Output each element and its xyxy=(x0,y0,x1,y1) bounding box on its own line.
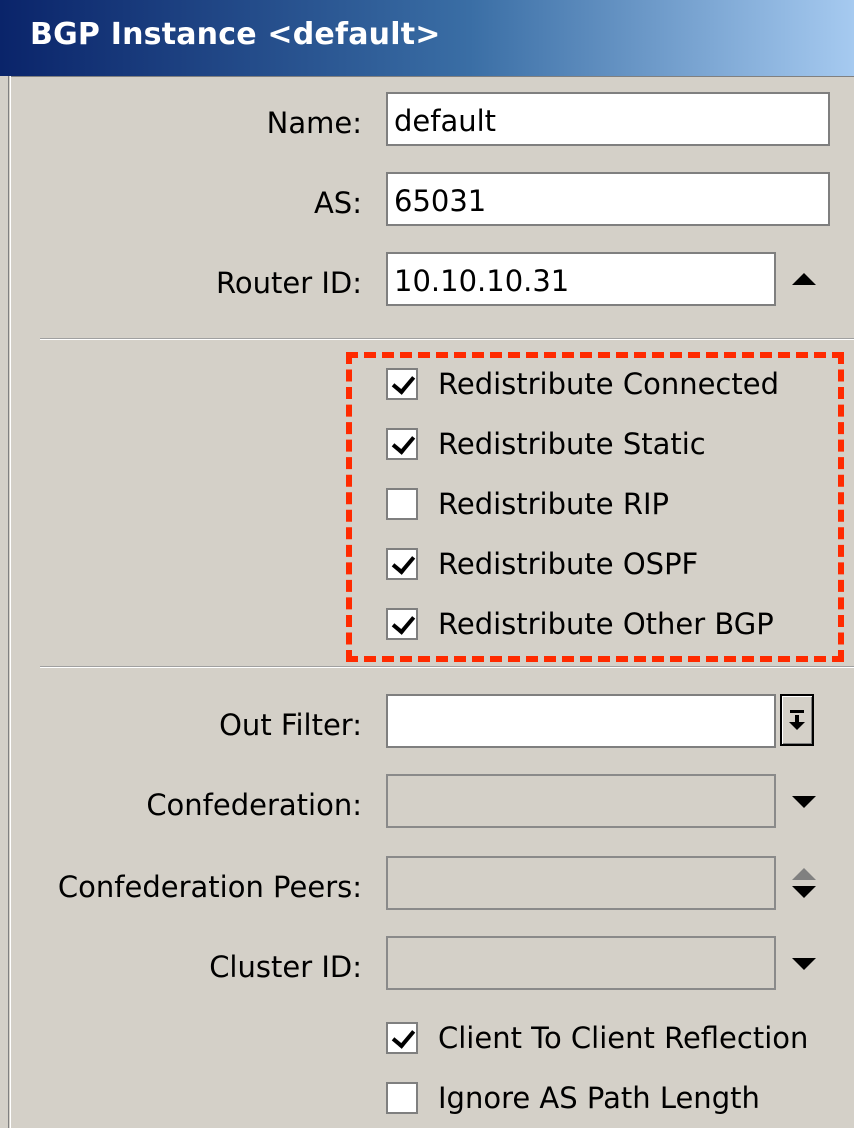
window-title: BGP Instance <default> xyxy=(30,17,441,52)
out-filter-input[interactable] xyxy=(386,694,776,748)
separator xyxy=(40,338,854,340)
out-filter-dropdown-button[interactable] xyxy=(780,694,814,746)
dropdown-arrow-icon xyxy=(789,722,805,730)
cluster-id-label: Cluster ID: xyxy=(209,950,362,984)
collapse-arrow-up-icon[interactable] xyxy=(792,273,816,285)
router-id-label: Router ID: xyxy=(216,266,362,300)
window-titlebar[interactable]: BGP Instance <default> xyxy=(0,0,854,77)
checkbox-box[interactable] xyxy=(386,1022,418,1054)
confederation-peers-input[interactable] xyxy=(386,856,776,910)
window-left-border xyxy=(0,76,11,1128)
name-label: Name: xyxy=(266,106,362,140)
confederation-input[interactable] xyxy=(386,774,776,828)
as-input[interactable]: 65031 xyxy=(386,172,830,226)
checkbox-box[interactable] xyxy=(386,1082,418,1114)
as-label: AS: xyxy=(313,186,362,220)
ignore-as-path-length-checkbox[interactable]: Ignore AS Path Length xyxy=(386,1078,760,1118)
name-input[interactable]: default xyxy=(386,92,830,146)
separator xyxy=(40,666,854,668)
checkbox-label: Client To Client Reflection xyxy=(438,1021,809,1055)
dropdown-arrow-icon[interactable] xyxy=(792,796,816,808)
cluster-id-input[interactable] xyxy=(386,936,776,990)
filter-bar xyxy=(790,710,804,713)
dropdown-arrow-icon[interactable] xyxy=(792,958,816,970)
client-to-client-reflection-checkbox[interactable]: Client To Client Reflection xyxy=(386,1018,808,1058)
confederation-peers-label: Confederation Peers: xyxy=(57,870,362,904)
checkmark-icon xyxy=(391,1024,416,1049)
router-id-input[interactable]: 10.10.10.31 xyxy=(386,252,776,306)
checkbox-label: Ignore AS Path Length xyxy=(438,1081,760,1115)
confederation-label: Confederation: xyxy=(146,788,362,822)
redistribute-highlight-box xyxy=(346,352,844,662)
out-filter-label: Out Filter: xyxy=(219,708,362,742)
